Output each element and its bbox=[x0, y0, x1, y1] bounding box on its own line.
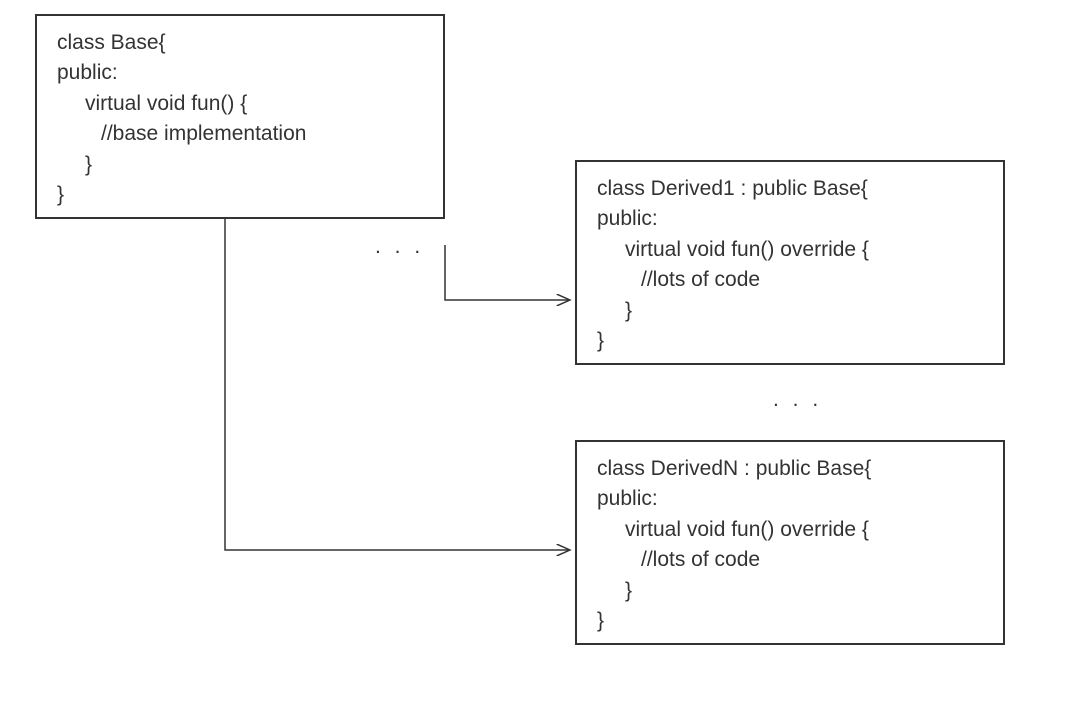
code-line: class Base{ bbox=[57, 28, 431, 58]
code-line: class DerivedN : public Base{ bbox=[597, 454, 991, 484]
base-class-box: class Base{ public: virtual void fun() {… bbox=[35, 14, 445, 219]
code-line: //base implementation bbox=[57, 119, 431, 149]
code-line: } bbox=[57, 180, 431, 210]
arrow-base-to-derivedn bbox=[225, 219, 570, 550]
code-line: class Derived1 : public Base{ bbox=[597, 174, 991, 204]
derived1-class-box: class Derived1 : public Base{ public: vi… bbox=[575, 160, 1005, 365]
code-line: public: bbox=[597, 204, 991, 234]
code-line: } bbox=[597, 606, 991, 636]
code-line: public: bbox=[597, 484, 991, 514]
code-line: //lots of code bbox=[597, 545, 991, 575]
code-line: //lots of code bbox=[597, 265, 991, 295]
code-line: public: bbox=[57, 58, 431, 88]
code-line: virtual void fun() override { bbox=[597, 515, 991, 545]
ellipsis-horizontal: . . . bbox=[375, 235, 424, 259]
code-line: virtual void fun() override { bbox=[597, 235, 991, 265]
code-line: virtual void fun() { bbox=[57, 89, 431, 119]
code-line: } bbox=[597, 296, 991, 326]
derivedn-class-box: class DerivedN : public Base{ public: vi… bbox=[575, 440, 1005, 645]
arrow-base-to-derived1 bbox=[445, 245, 570, 300]
code-line: } bbox=[597, 326, 991, 356]
ellipsis-vertical: . . . bbox=[773, 388, 822, 412]
code-line: } bbox=[57, 150, 431, 180]
code-line: } bbox=[597, 576, 991, 606]
